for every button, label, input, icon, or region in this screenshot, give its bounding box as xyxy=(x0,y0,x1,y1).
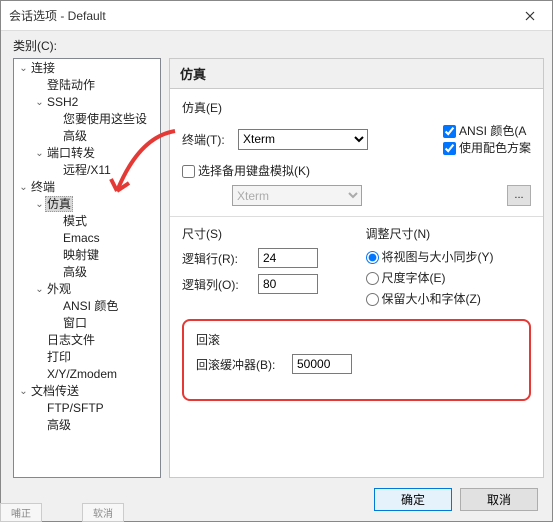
tree-node[interactable]: ⌄外观 xyxy=(14,281,160,298)
tree-node[interactable]: ANSI 颜色 xyxy=(14,298,160,315)
resize-group-label: 调整尺寸(N) xyxy=(366,225,532,242)
logical-cols-input[interactable] xyxy=(258,274,318,294)
tree-node[interactable]: 日志文件 xyxy=(14,332,160,349)
size-group-label: 尺寸(S) xyxy=(182,225,348,242)
tree-node-label: 远程/X11 xyxy=(61,163,113,177)
panel-title: 仿真 xyxy=(169,58,544,89)
tree-node-label: 文档传送 xyxy=(29,384,81,398)
logical-cols-label: 逻辑列(O): xyxy=(182,276,252,293)
tree-node[interactable]: 远程/X11 xyxy=(14,162,160,179)
logical-rows-label: 逻辑行(R): xyxy=(182,250,252,267)
clipped-background: 哺正软消 xyxy=(0,503,124,522)
tree-node[interactable]: 打印 xyxy=(14,349,160,366)
tree-node-label: 端口转发 xyxy=(45,146,97,160)
resize-radio-keep[interactable]: 保留大小和字体(Z) xyxy=(366,292,481,306)
tree-node[interactable]: X/Y/Zmodem xyxy=(14,366,160,383)
tree-node-label: 外观 xyxy=(45,282,73,296)
tree-node-label: 高级 xyxy=(61,129,89,143)
tree-node-label: FTP/SFTP xyxy=(45,401,106,415)
tree-node[interactable]: ⌄仿真 xyxy=(14,196,160,213)
tree-node-label: 连接 xyxy=(29,61,57,75)
tree-node[interactable]: 模式 xyxy=(14,213,160,230)
tree-node[interactable]: 高级 xyxy=(14,264,160,281)
tree-node-label: 高级 xyxy=(61,265,89,279)
tree-node-label: 您要使用这些设 xyxy=(61,112,149,126)
tree-node[interactable]: 高级 xyxy=(14,417,160,434)
close-icon xyxy=(525,11,535,21)
tree-node[interactable]: 映射键 xyxy=(14,247,160,264)
tree-node[interactable]: ⌄端口转发 xyxy=(14,145,160,162)
tree-node[interactable]: ⌄文档传送 xyxy=(14,383,160,400)
tree-node[interactable]: Emacs xyxy=(14,230,160,247)
tree-node-label: 高级 xyxy=(45,418,73,432)
ok-button[interactable]: 确定 xyxy=(374,488,452,511)
chevron-down-icon[interactable]: ⌄ xyxy=(34,281,45,298)
tree-node[interactable]: 高级 xyxy=(14,128,160,145)
chevron-down-icon[interactable]: ⌄ xyxy=(18,60,29,77)
close-button[interactable] xyxy=(508,1,552,31)
tree-node-label: X/Y/Zmodem xyxy=(45,367,119,381)
scrollback-highlight: 回滚 回滚缓冲器(B): xyxy=(182,319,531,401)
terminal-select[interactable]: Xterm xyxy=(238,129,368,150)
resize-radio-font[interactable]: 尺度字体(E) xyxy=(366,271,446,285)
scrollback-group-label: 回滚 xyxy=(196,331,517,348)
chevron-down-icon[interactable]: ⌄ xyxy=(34,196,45,213)
tree-node-label: Emacs xyxy=(61,231,102,245)
browse-button[interactable]: ... xyxy=(507,185,531,206)
tree-node[interactable]: FTP/SFTP xyxy=(14,400,160,417)
alt-keyboard-select: Xterm xyxy=(232,185,362,206)
use-scheme-checkbox[interactable]: 使用配色方案 xyxy=(443,141,531,155)
chevron-down-icon[interactable]: ⌄ xyxy=(18,383,29,400)
tree-node[interactable]: ⌄连接 xyxy=(14,60,160,77)
scrollback-input[interactable] xyxy=(292,354,352,374)
dialog-window: 会话选项 - Default 类别(C): ⌄连接登陆动作⌄SSH2您要使用这些… xyxy=(0,0,553,522)
tree-node-label: 登陆动作 xyxy=(45,78,97,92)
panel-body: 仿真(E) 终端(T): Xterm ANSI 颜色(A 使用配色方案 选择备用… xyxy=(169,89,544,478)
emulation-group-label: 仿真(E) xyxy=(182,99,531,116)
alt-keyboard-checkbox[interactable]: 选择备用键盘模拟(K) xyxy=(182,162,310,179)
category-tree[interactable]: ⌄连接登陆动作⌄SSH2您要使用这些设高级⌄端口转发远程/X11⌄终端⌄仿真模式… xyxy=(13,58,161,478)
tree-node-label: ANSI 颜色 xyxy=(61,299,120,313)
tree-node[interactable]: 您要使用这些设 xyxy=(14,111,160,128)
tree-node-label: 映射键 xyxy=(61,248,101,262)
tree-node[interactable]: ⌄终端 xyxy=(14,179,160,196)
window-title: 会话选项 - Default xyxy=(9,7,508,24)
resize-radio-sync[interactable]: 将视图与大小同步(Y) xyxy=(366,250,494,264)
terminal-label: 终端(T): xyxy=(182,131,232,148)
tree-node-label: 打印 xyxy=(45,350,73,364)
cancel-button[interactable]: 取消 xyxy=(460,488,538,511)
tree-node-label: 终端 xyxy=(29,180,57,194)
tree-node[interactable]: 窗口 xyxy=(14,315,160,332)
tree-node-label: 窗口 xyxy=(61,316,89,330)
scrollback-label: 回滚缓冲器(B): xyxy=(196,356,286,373)
category-label: 类别(C): xyxy=(1,31,552,58)
tree-node-label: 模式 xyxy=(61,214,89,228)
chevron-down-icon[interactable]: ⌄ xyxy=(34,94,45,111)
tree-node[interactable]: 登陆动作 xyxy=(14,77,160,94)
tree-node-label: 仿真 xyxy=(45,196,73,212)
titlebar: 会话选项 - Default xyxy=(1,1,552,31)
tree-node-label: 日志文件 xyxy=(45,333,97,347)
tree-node-label: SSH2 xyxy=(45,95,80,109)
chevron-down-icon[interactable]: ⌄ xyxy=(34,145,45,162)
tree-node[interactable]: ⌄SSH2 xyxy=(14,94,160,111)
chevron-down-icon[interactable]: ⌄ xyxy=(18,179,29,196)
logical-rows-input[interactable] xyxy=(258,248,318,268)
ansi-color-checkbox[interactable]: ANSI 颜色(A xyxy=(443,124,526,138)
